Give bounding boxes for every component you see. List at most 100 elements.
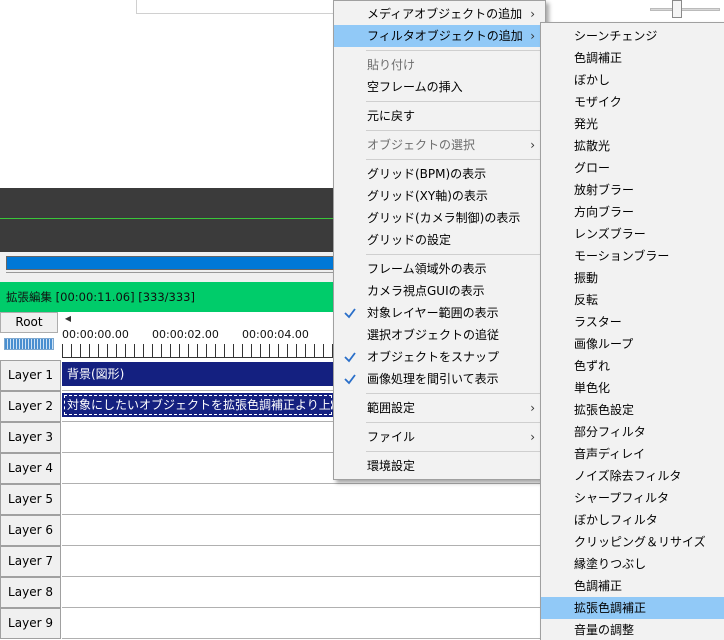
context-menu-item[interactable]: 対象レイヤー範囲の表示	[334, 302, 545, 324]
filter-menu-item-label: 拡張色設定	[574, 403, 635, 417]
menu-separator	[366, 130, 544, 131]
filter-menu-item-label: モーションブラー	[574, 249, 670, 263]
timeline-clip[interactable]: 対象にしたいオブジェクトを拡張色調補正より上に配置	[62, 393, 334, 417]
filter-menu-item[interactable]: 振動	[541, 267, 724, 289]
filter-menu-item[interactable]: 方向ブラー	[541, 201, 724, 223]
layer-label[interactable]: Layer 2	[0, 391, 61, 422]
filter-menu-item-label: 音声ディレイ	[574, 447, 646, 461]
filter-menu-item[interactable]: 色調補正	[541, 575, 724, 597]
time-label: 00:00:04.00	[242, 328, 309, 341]
context-menu-item[interactable]: 範囲設定 ›	[334, 397, 545, 419]
context-menu-item[interactable]: オブジェクトをスナップ	[334, 346, 545, 368]
filter-menu-item[interactable]: 拡張色調補正	[541, 597, 724, 619]
preview-frame	[136, 0, 346, 14]
context-menu-item-label: カメラ視点GUIの表示	[367, 284, 485, 298]
context-menu-item[interactable]: グリッドの設定	[334, 229, 545, 251]
filter-menu-item[interactable]: ラスター	[541, 311, 724, 333]
checkmark-icon	[342, 346, 358, 368]
filter-menu-item[interactable]: 色ずれ	[541, 355, 724, 377]
chevron-right-icon: ›	[530, 29, 535, 43]
filter-menu-item[interactable]: モザイク	[541, 91, 724, 113]
context-menu-item-label: 貼り付け	[367, 58, 416, 72]
filter-menu-item[interactable]: クリッピング＆リサイズ	[541, 531, 724, 553]
context-menu-item[interactable]: カメラ視点GUIの表示	[334, 280, 545, 302]
context-menu-item-label: オブジェクトをスナップ	[367, 350, 500, 364]
filter-menu-item-label: 縁塗りつぶし	[574, 557, 647, 571]
seek-scale	[6, 272, 346, 278]
chevron-right-icon: ›	[530, 7, 535, 21]
context-menu-item[interactable]: グリッド(XY軸)の表示	[334, 185, 545, 207]
context-menu-item[interactable]: 空フレームの挿入	[334, 76, 545, 98]
context-menu-item-label: グリッド(XY軸)の表示	[367, 189, 488, 203]
filter-menu-item-label: ノイズ除去フィルタ	[574, 469, 682, 483]
filter-menu-item[interactable]: 画像ループ	[541, 333, 724, 355]
scroll-left-icon[interactable]: ◀	[60, 312, 76, 326]
context-menu-item[interactable]: グリッド(カメラ制御)の表示	[334, 207, 545, 229]
layer-label[interactable]: Layer 6	[0, 515, 61, 546]
filter-menu-item-label: レンズブラー	[574, 227, 646, 241]
filter-menu-item-label: 色調補正	[574, 51, 623, 65]
filter-menu-item[interactable]: 放射ブラー	[541, 179, 724, 201]
layer-label[interactable]: Layer 7	[0, 546, 61, 577]
context-menu-item[interactable]: 選択オブジェクトの追従	[334, 324, 545, 346]
context-menu-item-label: 画像処理を間引いて表示	[367, 372, 499, 386]
zoom-slider[interactable]	[646, 0, 724, 18]
timeline-clip[interactable]: 背景(図形)	[62, 362, 334, 386]
filter-menu-item-label: 振動	[574, 271, 599, 285]
context-menu-item-label: オブジェクトの選択	[367, 138, 476, 152]
menu-separator	[366, 451, 544, 452]
layer-label[interactable]: Layer 1	[0, 360, 61, 391]
context-menu-item[interactable]: 画像処理を間引いて表示	[334, 368, 545, 390]
filter-menu-item-label: モザイク	[574, 95, 622, 109]
layer-label[interactable]: Layer 8	[0, 577, 61, 608]
context-menu-item[interactable]: 環境設定	[334, 455, 545, 477]
filter-menu-item[interactable]: ぼかし	[541, 69, 724, 91]
filter-menu-item[interactable]: 音声ディレイ	[541, 443, 724, 465]
context-menu-item-label: グリッドの設定	[367, 233, 452, 247]
filter-menu-item[interactable]: 発光	[541, 113, 724, 135]
checkmark-icon	[342, 302, 358, 324]
filter-menu-item[interactable]: シャープフィルタ	[541, 487, 724, 509]
chevron-right-icon: ›	[530, 430, 535, 444]
time-ticks-baseline	[62, 357, 342, 358]
filter-menu-item[interactable]: レンズブラー	[541, 223, 724, 245]
context-menu-item[interactable]: ファイル ›	[334, 426, 545, 448]
seek-bar[interactable]	[6, 256, 346, 270]
filter-menu-item[interactable]: 拡張色設定	[541, 399, 724, 421]
filter-menu-item-label: 単色化	[574, 381, 611, 395]
context-menu-item[interactable]: 元に戻す	[334, 105, 545, 127]
root-button[interactable]: Root	[0, 312, 58, 333]
layer-label[interactable]: Layer 9	[0, 608, 61, 639]
filter-menu-item-label: 拡張色調補正	[574, 601, 647, 615]
zoom-slider-thumb[interactable]	[672, 0, 682, 18]
filter-menu-item[interactable]: 縁塗りつぶし	[541, 553, 724, 575]
filter-menu-item[interactable]: 拡散光	[541, 135, 724, 157]
filter-object-submenu: シーンチェンジ 色調補正 ぼかし モザイク 発光 拡散光 グロー 放射ブラー 方向ブラー レンズブ…	[540, 22, 724, 640]
filter-menu-item[interactable]: 反転	[541, 289, 724, 311]
context-menu-item[interactable]: グリッド(BPM)の表示	[334, 163, 545, 185]
filter-menu-item[interactable]: シーンチェンジ	[541, 25, 724, 47]
filter-menu-item[interactable]: 単色化	[541, 377, 724, 399]
filter-menu-item[interactable]: グロー	[541, 157, 724, 179]
filter-menu-item-label: クリッピング＆リサイズ	[574, 535, 706, 549]
filter-menu-item[interactable]: ぼかしフィルタ	[541, 509, 724, 531]
filter-menu-item[interactable]: モーションブラー	[541, 245, 724, 267]
menu-separator	[366, 422, 544, 423]
filter-menu-item[interactable]: ノイズ除去フィルタ	[541, 465, 724, 487]
context-menu-item: 貼り付け	[334, 54, 545, 76]
filter-menu-item-label: 画像ループ	[574, 337, 634, 351]
layer-label[interactable]: Layer 3	[0, 422, 61, 453]
filter-menu-item[interactable]: 色調補正	[541, 47, 724, 69]
context-menu-item-label: フレーム領域外の表示	[367, 262, 487, 276]
context-menu-item-label: メディアオブジェクトの追加	[367, 7, 523, 21]
context-menu-item-label: グリッド(BPM)の表示	[367, 167, 487, 181]
zoom-slider-track	[650, 8, 720, 11]
context-menu-item-label: 空フレームの挿入	[367, 80, 463, 94]
layer-label[interactable]: Layer 4	[0, 453, 61, 484]
filter-menu-item[interactable]: 音量の調整	[541, 619, 724, 640]
context-menu-item[interactable]: メディアオブジェクトの追加 ›	[334, 3, 545, 25]
filter-menu-item[interactable]: 部分フィルタ	[541, 421, 724, 443]
context-menu-item[interactable]: フレーム領域外の表示	[334, 258, 545, 280]
context-menu-item[interactable]: フィルタオブジェクトの追加 ›	[334, 25, 545, 47]
layer-label[interactable]: Layer 5	[0, 484, 61, 515]
